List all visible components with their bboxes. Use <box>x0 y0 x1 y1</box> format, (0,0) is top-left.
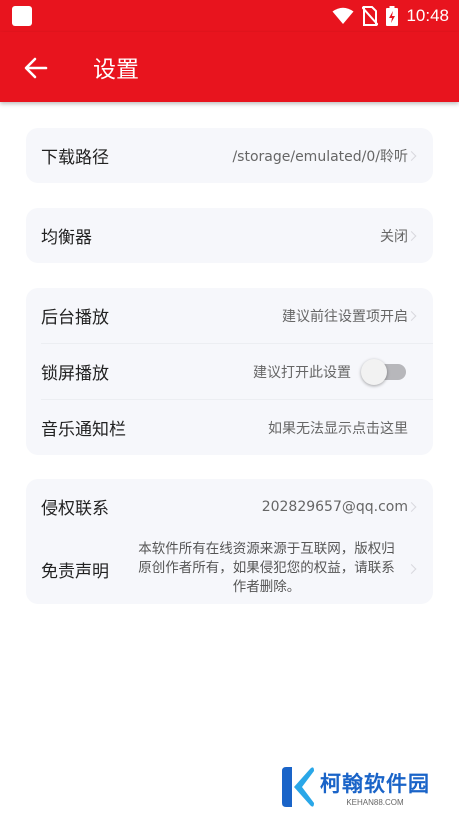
chevron-right-icon <box>406 564 417 574</box>
chevron-right-icon <box>406 310 417 321</box>
download-path-label: 下载路径 <box>41 148 109 168</box>
watermark-name: 柯翰软件园 <box>320 771 430 796</box>
equalizer-row[interactable]: 均衡器 关闭 <box>26 208 433 263</box>
arrow-left-icon[interactable] <box>22 54 50 82</box>
lockscreen-play-value: 建议打开此设置 <box>253 364 351 381</box>
notification-row[interactable]: 音乐通知栏 如果无法显示点击这里 <box>26 400 433 455</box>
toolbar: 设置 <box>0 32 459 102</box>
disclaimer-row[interactable]: 免责声明 本软件所有在线资源来源于互联网，版权归原创作者所有，如果侵犯您的权益，… <box>26 534 433 604</box>
download-card: 下载路径 /storage/emulated/0/聆听 <box>26 128 433 183</box>
watermark-url: KEHAN88.COM <box>346 797 404 807</box>
background-play-row[interactable]: 后台播放 建议前往设置项开启 <box>26 288 433 343</box>
lockscreen-play-label: 锁屏播放 <box>41 364 109 384</box>
chevron-right-icon <box>406 230 417 241</box>
notification-label: 音乐通知栏 <box>41 420 126 440</box>
disclaimer-text: 本软件所有在线资源来源于互联网，版权归原创作者所有，如果侵犯您的权益，请联系作者… <box>138 541 395 595</box>
notification-value: 如果无法显示点击这里 <box>268 420 408 437</box>
kehan-logo-icon <box>282 767 314 807</box>
download-path-row[interactable]: 下载路径 /storage/emulated/0/聆听 <box>26 128 433 183</box>
disclaimer-label: 免责声明 <box>41 561 109 582</box>
toggle-knob <box>361 358 387 385</box>
no-sim-icon <box>362 6 379 26</box>
background-play-label: 后台播放 <box>41 308 109 328</box>
wifi-icon <box>332 7 354 24</box>
contact-row[interactable]: 侵权联系 202829657@qq.com <box>26 479 433 534</box>
background-play-value: 建议前往设置项开启 <box>282 308 408 325</box>
equalizer-card: 均衡器 关闭 <box>26 208 433 263</box>
status-icons: 10:48 <box>332 4 449 28</box>
equalizer-value: 关闭 <box>380 228 408 245</box>
equalizer-label: 均衡器 <box>41 228 92 248</box>
chevron-right-icon <box>406 150 417 161</box>
contact-value: 202829657@qq.com <box>261 498 408 515</box>
lockscreen-play-row: 锁屏播放 建议打开此设置 <box>26 344 433 399</box>
battery-charging-icon <box>386 6 399 26</box>
download-path-value: /storage/emulated/0/聆听 <box>232 148 408 165</box>
chevron-right-icon <box>406 501 417 512</box>
page-title: 设置 <box>93 57 139 83</box>
app-square-icon <box>12 6 32 26</box>
contact-label: 侵权联系 <box>41 499 109 519</box>
about-card: 侵权联系 202829657@qq.com 免责声明 本软件所有在线资源来源于互… <box>26 479 433 604</box>
status-time: 10:48 <box>406 6 449 25</box>
status-bar: 10:48 <box>0 0 459 32</box>
watermark: 柯翰软件园 KEHAN88.COM <box>258 762 458 812</box>
playback-card: 后台播放 建议前往设置项开启 锁屏播放 建议打开此设置 音乐通知栏 如果无法显示… <box>26 288 433 455</box>
watermark-text: 柯翰软件园 KEHAN88.COM <box>320 768 430 807</box>
lockscreen-toggle[interactable] <box>361 358 406 385</box>
